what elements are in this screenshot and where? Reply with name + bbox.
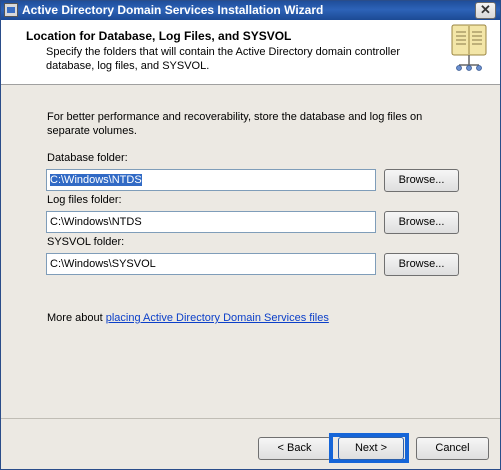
browse-log-files-button[interactable]: Browse...	[384, 211, 459, 234]
wizard-header: Location for Database, Log Files, and SY…	[1, 20, 500, 85]
more-about-prefix: More about	[47, 312, 106, 324]
intro-text: For better performance and recoverabilit…	[47, 111, 423, 137]
wizard-body: For better performance and recoverabilit…	[1, 86, 500, 418]
wizard-window: Active Directory Domain Services Install…	[0, 0, 501, 470]
sysvol-folder-input[interactable]: C:\Windows\SYSVOL	[46, 253, 376, 275]
wizard-footer: < Back Next > Cancel	[1, 418, 500, 469]
cancel-button[interactable]: Cancel	[416, 437, 489, 460]
page-description: Specify the folders that will contain th…	[46, 46, 400, 72]
browse-sysvol-button[interactable]: Browse...	[384, 253, 459, 276]
window-title: Active Directory Domain Services Install…	[22, 3, 324, 17]
title-bar[interactable]: Active Directory Domain Services Install…	[1, 1, 500, 20]
next-button[interactable]: Next >	[338, 437, 404, 460]
database-folder-input[interactable]: C:\Windows\NTDS	[46, 169, 376, 191]
app-icon	[4, 3, 18, 17]
placing-files-link[interactable]: placing Active Directory Domain Services…	[106, 312, 329, 324]
more-about-text: More about placing Active Directory Doma…	[47, 312, 329, 324]
log-files-folder-input[interactable]: C:\Windows\NTDS	[46, 211, 376, 233]
close-icon: ✕	[480, 2, 491, 17]
close-button[interactable]: ✕	[475, 2, 496, 19]
log-files-folder-label: Log files folder:	[47, 194, 122, 206]
database-folder-label: Database folder:	[47, 152, 128, 164]
sysvol-folder-label: SYSVOL folder:	[47, 236, 125, 248]
page-title: Location for Database, Log Files, and SY…	[26, 29, 292, 43]
browse-database-button[interactable]: Browse...	[384, 169, 459, 192]
back-button[interactable]: < Back	[258, 437, 331, 460]
directory-book-icon	[451, 24, 487, 71]
